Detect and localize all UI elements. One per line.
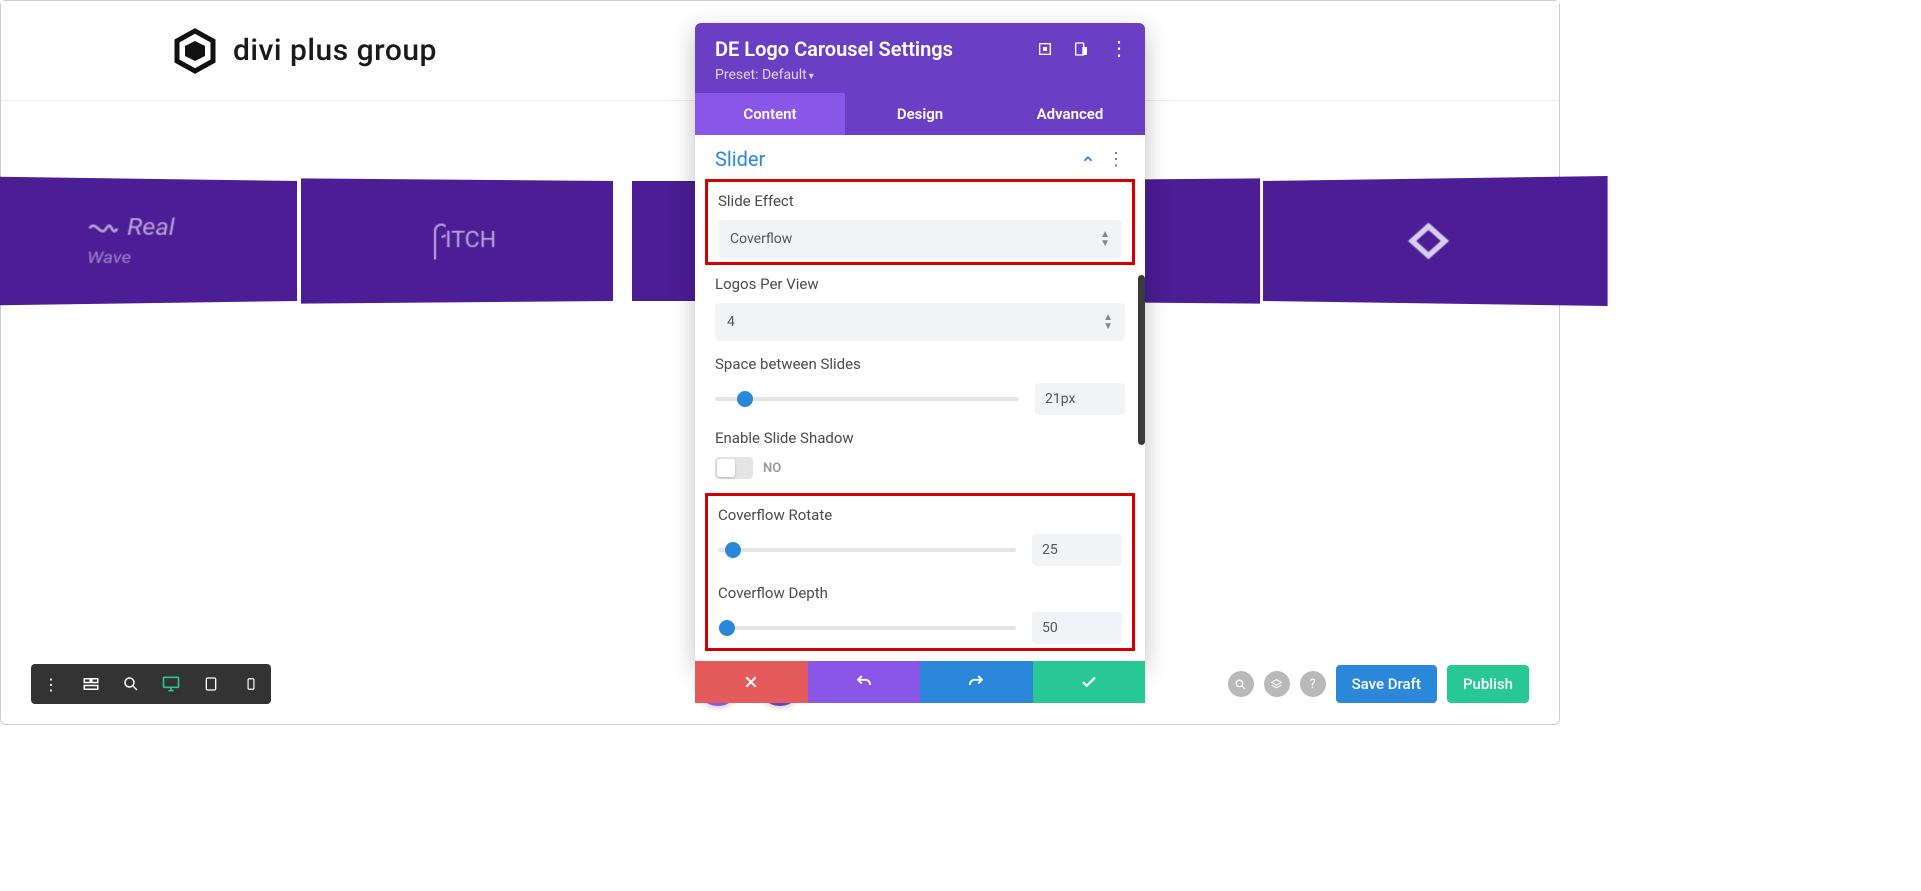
- carousel-tile: Real Wave: [0, 176, 297, 306]
- space-between-slider[interactable]: [715, 397, 1019, 401]
- coverflow-rotate-value[interactable]: 25: [1032, 534, 1122, 566]
- phone-view-icon[interactable]: [231, 664, 271, 704]
- carousel-tile: ITCH: [301, 178, 613, 303]
- site-logo: divi plus group: [171, 27, 437, 75]
- modal-redo-button[interactable]: [920, 661, 1033, 703]
- close-icon: [743, 674, 759, 690]
- search-icon[interactable]: [1228, 671, 1254, 697]
- wave-icon: [87, 213, 120, 242]
- coverflow-depth-value[interactable]: 50: [1032, 612, 1122, 644]
- coverflow-rotate-slider[interactable]: [718, 548, 1016, 552]
- redo-icon: [967, 673, 985, 691]
- field-label: Logos Per View: [715, 275, 1125, 293]
- publish-button[interactable]: Publish: [1447, 665, 1529, 703]
- field-slide-effect-group: Slide Effect Coverflow ▲▼: [705, 179, 1135, 265]
- tab-content[interactable]: Content: [695, 93, 845, 135]
- coverflow-depth-slider[interactable]: [718, 626, 1016, 630]
- check-icon: [1080, 673, 1098, 691]
- modal-header: DE Logo Carousel Settings ⋮ Preset: Defa…: [695, 23, 1145, 93]
- space-between-value[interactable]: 21px: [1035, 383, 1125, 415]
- slider-thumb[interactable]: [719, 620, 735, 636]
- kebab-icon[interactable]: ⋮: [1107, 149, 1125, 170]
- field-logos-per-view: Logos Per View 4 ▲▼: [695, 265, 1145, 345]
- slider-thumb[interactable]: [737, 391, 753, 407]
- kebab-icon[interactable]: ⋮: [1109, 41, 1125, 57]
- modal-title: DE Logo Carousel Settings: [715, 37, 953, 61]
- section-title: Slider: [715, 147, 765, 171]
- wireframe-view-icon[interactable]: [71, 664, 111, 704]
- tab-design[interactable]: Design: [845, 93, 995, 135]
- select-value: Coverflow: [730, 231, 792, 247]
- help-icon[interactable]: ?: [1300, 671, 1326, 697]
- field-label: Slide Effect: [718, 192, 1122, 210]
- undo-icon: [855, 673, 873, 691]
- menu-icon[interactable]: ⋮: [31, 664, 71, 704]
- logo-realwave: Real Wave: [87, 213, 174, 269]
- desktop-view-icon[interactable]: [151, 664, 191, 704]
- field-label: Space between Slides: [715, 355, 1125, 373]
- modal-body: Slider ⋮ Slide Effect Coverflow ▲▼ Logos…: [695, 135, 1145, 655]
- modal-footer: [695, 661, 1145, 703]
- field-space-between: Space between Slides 21px: [695, 345, 1145, 419]
- modal-preset[interactable]: Preset: Default▾: [715, 67, 1125, 83]
- field-label: Enable Slide Shadow: [715, 429, 1125, 447]
- view-controls: ⋮: [31, 664, 271, 704]
- tab-advanced[interactable]: Advanced: [995, 93, 1145, 135]
- zoom-view-icon[interactable]: [111, 664, 151, 704]
- builder-right-controls: ? Save Draft Publish: [1228, 665, 1529, 703]
- modal-undo-button[interactable]: [808, 661, 921, 703]
- tablet-view-icon[interactable]: [191, 664, 231, 704]
- save-draft-button[interactable]: Save Draft: [1336, 665, 1437, 703]
- scrollbar-thumb[interactable]: [1138, 275, 1145, 445]
- field-label: Coverflow Depth: [718, 584, 1122, 602]
- logos-per-view-select[interactable]: 4 ▲▼: [715, 303, 1125, 341]
- expand-icon[interactable]: [1037, 41, 1053, 57]
- select-arrows-icon: ▲▼: [1103, 313, 1113, 331]
- section-header-slider[interactable]: Slider ⋮: [695, 135, 1145, 179]
- logo-pitch: ITCH: [423, 220, 495, 261]
- toggle-knob: [717, 459, 735, 477]
- modal-confirm-button[interactable]: [1033, 661, 1146, 703]
- toggle-state-label: NO: [763, 461, 781, 476]
- carousel-tile: [1263, 176, 1607, 306]
- diamond-icon: [1406, 220, 1452, 262]
- modal-cancel-button[interactable]: [695, 661, 808, 703]
- pitch-icon: [423, 220, 444, 261]
- layers-icon[interactable]: [1264, 671, 1290, 697]
- select-arrows-icon: ▲▼: [1100, 230, 1110, 248]
- enable-shadow-toggle[interactable]: [715, 457, 753, 479]
- settings-modal: DE Logo Carousel Settings ⋮ Preset: Defa…: [695, 23, 1145, 663]
- field-coverflow-group: Coverflow Rotate 25 Coverflow Depth 50: [705, 493, 1135, 651]
- slider-thumb[interactable]: [725, 542, 741, 558]
- chevron-up-icon[interactable]: [1081, 152, 1095, 166]
- select-value: 4: [727, 314, 735, 330]
- responsive-icon[interactable]: [1073, 41, 1089, 57]
- modal-tabs: Content Design Advanced: [695, 93, 1145, 135]
- field-enable-shadow: Enable Slide Shadow NO: [695, 419, 1145, 483]
- slide-effect-select[interactable]: Coverflow ▲▼: [718, 220, 1122, 258]
- brand-hex-icon: [171, 27, 219, 75]
- field-label: Coverflow Rotate: [718, 506, 1122, 524]
- site-brand-text: divi plus group: [233, 33, 437, 68]
